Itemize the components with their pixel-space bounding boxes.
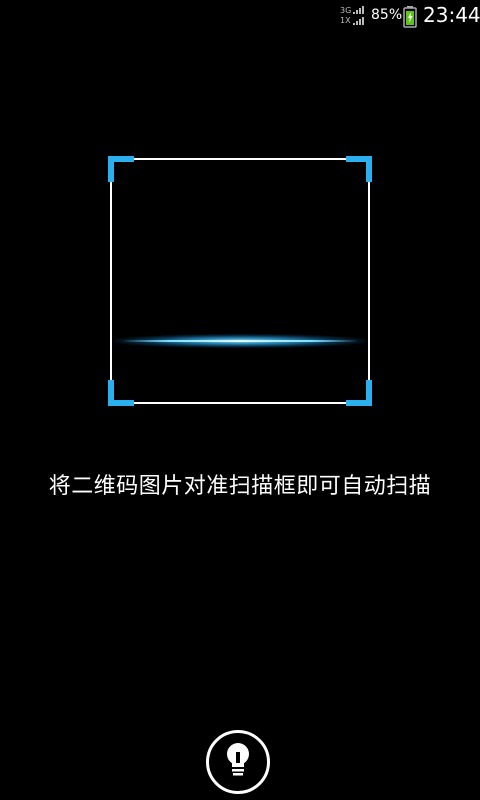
battery-percentage: 85%: [371, 7, 403, 23]
scan-frame-corner: [346, 380, 372, 406]
signal-bars-icon: [353, 6, 365, 14]
flashlight-toggle-button[interactable]: [206, 730, 270, 794]
lightbulb-icon: [223, 741, 253, 783]
scan-laser-line-core: [122, 340, 358, 342]
battery-charging-icon: [403, 6, 417, 28]
scan-hint-text: 将二维码图片对准扫描框即可自动扫描: [48, 474, 432, 499]
network-type-bottom: 1X: [340, 16, 351, 25]
scanner-screen: 3G 1X 85% 23:44 将二维码图片对准扫描框即可自动扫描: [0, 0, 480, 800]
signal-bars-icon: [353, 17, 365, 25]
scan-frame-corner: [108, 156, 134, 182]
status-clock: 23:44: [423, 3, 480, 27]
scan-frame-corner: [108, 380, 134, 406]
network-indicator: 3G 1X: [340, 4, 366, 28]
scan-frame-corner: [346, 156, 372, 182]
scan-frame: [108, 156, 372, 406]
status-bar: 3G 1X 85% 23:44: [0, 0, 480, 33]
network-type-top: 3G: [340, 6, 352, 15]
